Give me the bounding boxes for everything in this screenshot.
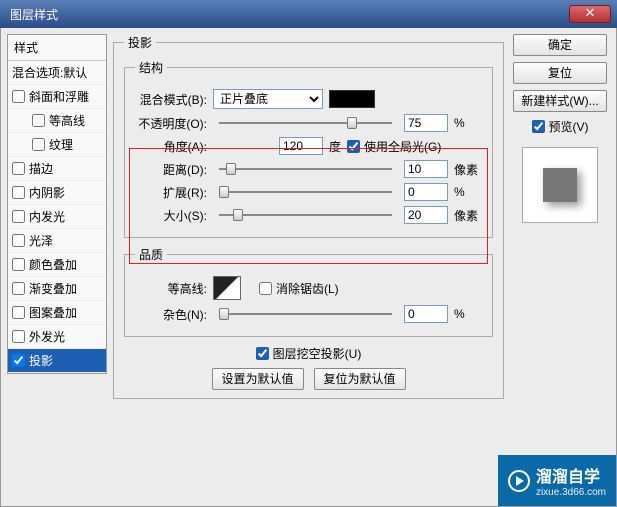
shadow-color-swatch[interactable] (329, 90, 375, 108)
style-item-checkbox[interactable] (12, 234, 25, 247)
style-item-label: 内发光 (29, 208, 65, 225)
reset-button[interactable]: 复位 (513, 62, 607, 84)
style-item-checkbox[interactable] (12, 90, 25, 103)
noise-input[interactable] (404, 305, 448, 323)
antialias-label: 消除锯齿(L) (276, 280, 339, 297)
style-item-checkbox[interactable] (12, 282, 25, 295)
default-buttons-row: 设置为默认值 复位为默认值 (124, 368, 493, 390)
highlight-box (129, 148, 488, 264)
knockout-label: 图层挖空投影(U) (273, 345, 362, 362)
close-button[interactable]: ✕ (569, 5, 611, 23)
watermark-text: 溜溜自学 zixue.3d66.com (536, 463, 606, 498)
watermark: 溜溜自学 zixue.3d66.com (498, 455, 616, 506)
style-item-5[interactable]: 内发光 (8, 205, 106, 229)
window-title: 图层样式 (6, 6, 569, 23)
preview-swatch (543, 168, 577, 202)
style-item-checkbox[interactable] (32, 114, 45, 127)
preview-input[interactable] (532, 120, 545, 133)
right-column: 确定 复位 新建样式(W)... 预览(V) (510, 34, 610, 500)
style-item-2[interactable]: 纹理 (8, 133, 106, 157)
knockout-input[interactable] (256, 347, 269, 360)
opacity-row: 不透明度(O): % (135, 114, 482, 132)
style-item-label: 光泽 (29, 232, 53, 249)
style-item-checkbox[interactable] (12, 306, 25, 319)
spread-slider[interactable] (213, 191, 398, 193)
section-legend: 投影 (124, 34, 156, 51)
preview-checkbox[interactable]: 预览(V) (532, 118, 589, 135)
new-style-button[interactable]: 新建样式(W)... (513, 90, 607, 112)
style-item-6[interactable]: 光泽 (8, 229, 106, 253)
style-item-8[interactable]: 渐变叠加 (8, 277, 106, 301)
style-item-checkbox[interactable] (12, 162, 25, 175)
style-item-label: 斜面和浮雕 (29, 88, 89, 105)
styles-list: 样式 混合选项:默认 斜面和浮雕等高线纹理描边内阴影内发光光泽颜色叠加渐变叠加图… (7, 34, 107, 374)
blend-mode-label: 混合模式(B): (135, 91, 207, 108)
section-fieldset: 投影 结构 混合模式(B): 正片叠底 不透明度(O): % (113, 34, 504, 399)
ok-button[interactable]: 确定 (513, 34, 607, 56)
size-slider[interactable] (213, 214, 398, 216)
styles-header: 样式 (8, 35, 106, 61)
style-item-10[interactable]: 外发光 (8, 325, 106, 349)
style-item-checkbox[interactable] (12, 330, 25, 343)
dialog-content: 样式 混合选项:默认 斜面和浮雕等高线纹理描边内阴影内发光光泽颜色叠加渐变叠加图… (0, 28, 617, 507)
style-item-label: 外发光 (29, 328, 65, 345)
style-item-checkbox[interactable] (32, 138, 45, 151)
style-item-checkbox[interactable] (12, 186, 25, 199)
blend-defaults-label: 混合选项:默认 (12, 64, 87, 81)
reset-default-button[interactable]: 复位为默认值 (314, 368, 406, 390)
antialias-input[interactable] (259, 282, 272, 295)
antialias-checkbox[interactable]: 消除锯齿(L) (259, 280, 339, 297)
contour-label: 等高线: (135, 280, 207, 297)
titlebar: 图层样式 ✕ (0, 0, 617, 28)
style-item-7[interactable]: 颜色叠加 (8, 253, 106, 277)
watermark-brand: 溜溜自学 (536, 463, 606, 487)
style-item-label: 颜色叠加 (29, 256, 77, 273)
style-item-label: 内阴影 (29, 184, 65, 201)
style-item-label: 渐变叠加 (29, 280, 77, 297)
style-item-1[interactable]: 等高线 (8, 109, 106, 133)
watermark-url: zixue.3d66.com (536, 487, 606, 498)
style-item-4[interactable]: 内阴影 (8, 181, 106, 205)
noise-unit: % (454, 307, 482, 321)
styles-column: 样式 混合选项:默认 斜面和浮雕等高线纹理描边内阴影内发光光泽颜色叠加渐变叠加图… (7, 34, 107, 500)
main-column: 投影 结构 混合模式(B): 正片叠底 不透明度(O): % (113, 34, 504, 500)
style-item-3[interactable]: 描边 (8, 157, 106, 181)
noise-label: 杂色(N): (135, 306, 207, 323)
style-item-checkbox[interactable] (12, 210, 25, 223)
blend-defaults-row[interactable]: 混合选项:默认 (8, 61, 106, 85)
style-item-11[interactable]: 投影 (8, 349, 106, 373)
noise-row: 杂色(N): % (135, 305, 482, 323)
contour-row: 等高线: 消除锯齿(L) (135, 276, 482, 300)
style-item-9[interactable]: 图案叠加 (8, 301, 106, 325)
style-item-checkbox[interactable] (12, 354, 25, 367)
opacity-input[interactable] (404, 114, 448, 132)
contour-picker[interactable] (213, 276, 241, 300)
knockout-row: 图层挖空投影(U) (124, 345, 493, 362)
opacity-slider[interactable] (213, 122, 398, 124)
distance-slider[interactable] (213, 168, 398, 170)
preview-box (522, 147, 598, 223)
noise-slider[interactable] (213, 313, 398, 315)
style-item-label: 纹理 (49, 136, 73, 153)
blend-mode-select[interactable]: 正片叠底 (213, 89, 323, 109)
preview-label: 预览(V) (549, 118, 589, 135)
style-item-label: 等高线 (49, 112, 85, 129)
structure-fieldset: 结构 混合模式(B): 正片叠底 不透明度(O): % (124, 59, 493, 238)
style-item-label: 投影 (29, 352, 53, 369)
style-item-0[interactable]: 斜面和浮雕 (8, 85, 106, 109)
style-item-checkbox[interactable] (12, 258, 25, 271)
blend-mode-row: 混合模式(B): 正片叠底 (135, 89, 482, 109)
style-item-label: 图案叠加 (29, 304, 77, 321)
style-item-label: 描边 (29, 160, 53, 177)
watermark-logo-icon (508, 470, 530, 492)
structure-legend: 结构 (135, 59, 167, 76)
set-default-button[interactable]: 设置为默认值 (212, 368, 304, 390)
knockout-checkbox[interactable]: 图层挖空投影(U) (256, 345, 362, 362)
opacity-unit: % (454, 116, 482, 130)
opacity-label: 不透明度(O): (135, 115, 207, 132)
